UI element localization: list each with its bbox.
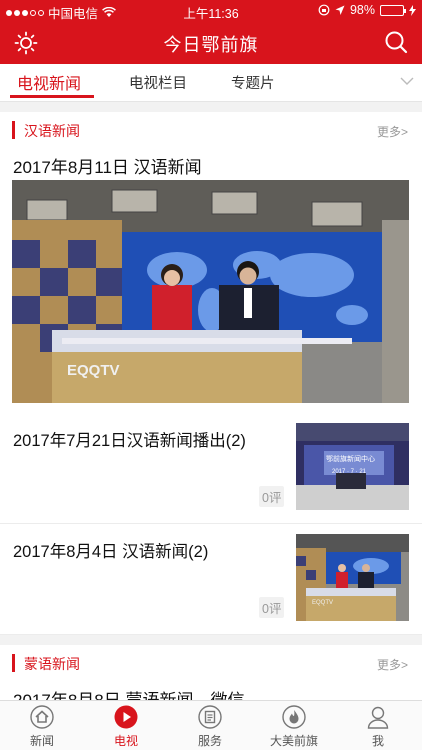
bottom-tab-bar: 新闻 电视 服务 大美前旗 我 bbox=[0, 700, 422, 750]
thumb-caption: 鄂前旗新闻中心 bbox=[326, 454, 375, 463]
comment-count: 0评 bbox=[259, 486, 285, 507]
tab-tv-news[interactable]: 电视新闻 bbox=[17, 70, 81, 94]
battery-icon bbox=[380, 4, 406, 16]
chevron-down-icon[interactable] bbox=[400, 76, 414, 86]
featured-news-title[interactable]: 2017年8月8日 蒙语新闻 微信 bbox=[0, 681, 422, 700]
status-right: 98% bbox=[318, 3, 416, 17]
bottom-tab-me[interactable]: 我 bbox=[336, 701, 420, 750]
more-link[interactable]: 更多> bbox=[377, 656, 408, 673]
bottom-tab-label: 大美前旗 bbox=[269, 734, 318, 748]
document-icon bbox=[198, 705, 222, 729]
tab-documentary[interactable]: 专题片 bbox=[231, 72, 275, 93]
list-item-thumbnail: EQQTV bbox=[296, 534, 409, 621]
category-tabs: 电视新闻 电视栏目 专题片 bbox=[0, 64, 422, 102]
bottom-tab-label: 服务 bbox=[197, 734, 222, 748]
list-item-title: 2017年7月21日汉语新闻播出(2) bbox=[13, 432, 246, 450]
bottom-tab-news[interactable]: 新闻 bbox=[0, 701, 84, 750]
comment-count: 0评 bbox=[259, 597, 285, 618]
flame-icon bbox=[282, 705, 306, 729]
news-studio-image: EQQTV bbox=[12, 180, 409, 403]
list-item[interactable]: 2017年8月4日 汉语新闻(2) EQQTV 0评 bbox=[0, 524, 422, 635]
featured-news-image[interactable]: EQQTV bbox=[12, 180, 409, 403]
charging-icon bbox=[409, 4, 416, 16]
more-link[interactable]: 更多> bbox=[377, 123, 408, 140]
bottom-tab-beautiful-qianqi[interactable]: 大美前旗 bbox=[252, 701, 336, 750]
user-icon bbox=[367, 706, 389, 729]
list-item-title: 2017年8月4日 汉语新闻(2) bbox=[13, 543, 209, 561]
content-scroll[interactable]: 汉语新闻 更多> 2017年8月11日 汉语新闻 EQQTV 2017年7月21… bbox=[0, 102, 422, 700]
app-header: 今日鄂前旗 bbox=[0, 22, 422, 64]
location-icon bbox=[335, 5, 345, 15]
hero-watermark: EQQTV bbox=[67, 362, 120, 379]
bottom-tab-services[interactable]: 服务 bbox=[168, 701, 252, 750]
list-item[interactable]: 2017年7月21日汉语新闻播出(2) 鄂前旗新闻中心 2017 · 7 · 2… bbox=[0, 413, 422, 524]
bottom-tab-label: 电视 bbox=[113, 734, 138, 748]
section-title: 蒙语新闻 bbox=[24, 656, 80, 672]
thumb-caption: EQQTV bbox=[312, 600, 333, 606]
list-item-thumbnail: 鄂前旗新闻中心 2017 · 7 · 21 bbox=[296, 423, 409, 510]
battery-percent: 98% bbox=[349, 3, 375, 17]
bottom-tab-tv[interactable]: 电视 bbox=[84, 701, 168, 750]
rotation-lock-icon bbox=[318, 4, 330, 16]
section-title: 汉语新闻 bbox=[24, 123, 80, 139]
tab-tv-columns[interactable]: 电视栏目 bbox=[129, 72, 187, 93]
status-bar: 中国电信 上午11:36 98% bbox=[0, 0, 422, 22]
bottom-tab-label: 我 bbox=[371, 734, 384, 748]
featured-news-title[interactable]: 2017年8月11日 汉语新闻 bbox=[0, 148, 422, 180]
bottom-tab-label: 新闻 bbox=[29, 734, 54, 748]
search-icon[interactable] bbox=[384, 30, 408, 54]
page-title: 今日鄂前旗 bbox=[163, 35, 259, 55]
home-icon bbox=[30, 705, 54, 729]
section-header-mongolian-news: 蒙语新闻 更多> bbox=[0, 645, 422, 681]
section-header-chinese-news: 汉语新闻 更多> bbox=[0, 112, 422, 148]
play-icon bbox=[114, 705, 138, 729]
active-tab-indicator bbox=[10, 95, 94, 98]
